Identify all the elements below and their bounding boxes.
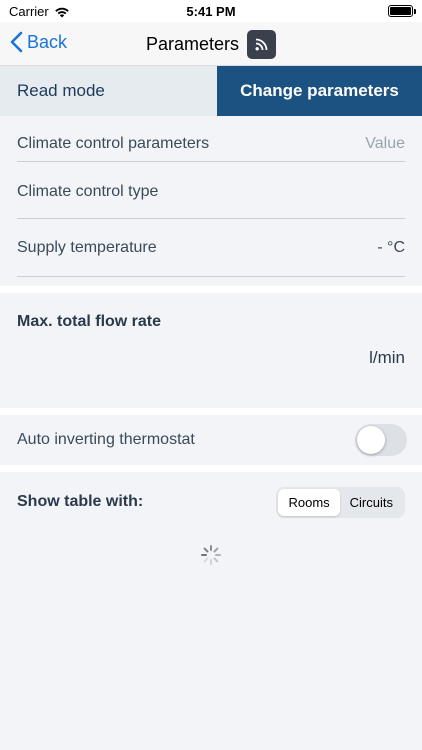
nav-title-group: Parameters (0, 30, 422, 59)
divider (17, 218, 405, 219)
show-table-label: Show table with: (17, 493, 144, 510)
climate-type-row[interactable]: Climate control type (17, 182, 405, 202)
flow-rate-label: Max. total flow rate (17, 313, 162, 330)
page-title: Parameters (145, 34, 240, 54)
flow-rate-value-row[interactable]: l/min (17, 347, 405, 369)
climate-header-label: Climate control parameters (17, 135, 210, 152)
loading-spinner-icon (201, 545, 221, 565)
section-separator (0, 465, 422, 472)
battery-fill (390, 7, 411, 15)
section-separator (0, 408, 422, 415)
thermostat-toggle[interactable] (355, 424, 407, 456)
navigation-bar: Back Parameters (0, 22, 422, 66)
climate-header-value: Value (365, 135, 405, 152)
tab-read-mode[interactable]: Read mode (0, 66, 217, 116)
status-time: 5:41 PM (186, 4, 236, 19)
mode-tabs: Read mode Change parameters (0, 66, 422, 116)
table-section: Show table with: Rooms Circuits (0, 472, 422, 750)
battery-nub (414, 9, 416, 14)
flow-rate-header: Max. total flow rate (17, 311, 405, 333)
flow-rate-section: Max. total flow rate l/min (0, 293, 422, 408)
divider (17, 276, 405, 277)
thermostat-row: Auto inverting thermostat (17, 424, 407, 456)
climate-section: Climate control parameters Value Climate… (0, 116, 422, 286)
thermostat-section: Auto inverting thermostat (0, 415, 422, 465)
flow-rate-unit: l/min (369, 348, 405, 367)
battery-icon (388, 5, 416, 17)
thermostat-label: Auto inverting thermostat (17, 431, 195, 448)
supply-temperature-row[interactable]: Supply temperature - °C (17, 238, 405, 258)
climate-header-row: Climate control parameters Value (17, 134, 405, 154)
toggle-knob (357, 426, 385, 454)
table-type-segmented-control: Rooms Circuits (276, 486, 405, 518)
segment-rooms[interactable]: Rooms (278, 488, 340, 516)
supply-temperature-value: - °C (377, 239, 405, 256)
rss-icon (255, 38, 268, 51)
tab-change-parameters[interactable]: Change parameters (217, 66, 422, 116)
show-table-row: Show table with: Rooms Circuits (17, 486, 405, 518)
divider (17, 161, 405, 162)
climate-type-label: Climate control type (17, 183, 159, 200)
supply-temperature-label: Supply temperature (17, 239, 157, 256)
rss-button[interactable] (247, 30, 277, 59)
section-separator (0, 286, 422, 293)
status-bar: Carrier 5:41 PM (0, 0, 422, 22)
segment-circuits[interactable]: Circuits (340, 489, 403, 516)
